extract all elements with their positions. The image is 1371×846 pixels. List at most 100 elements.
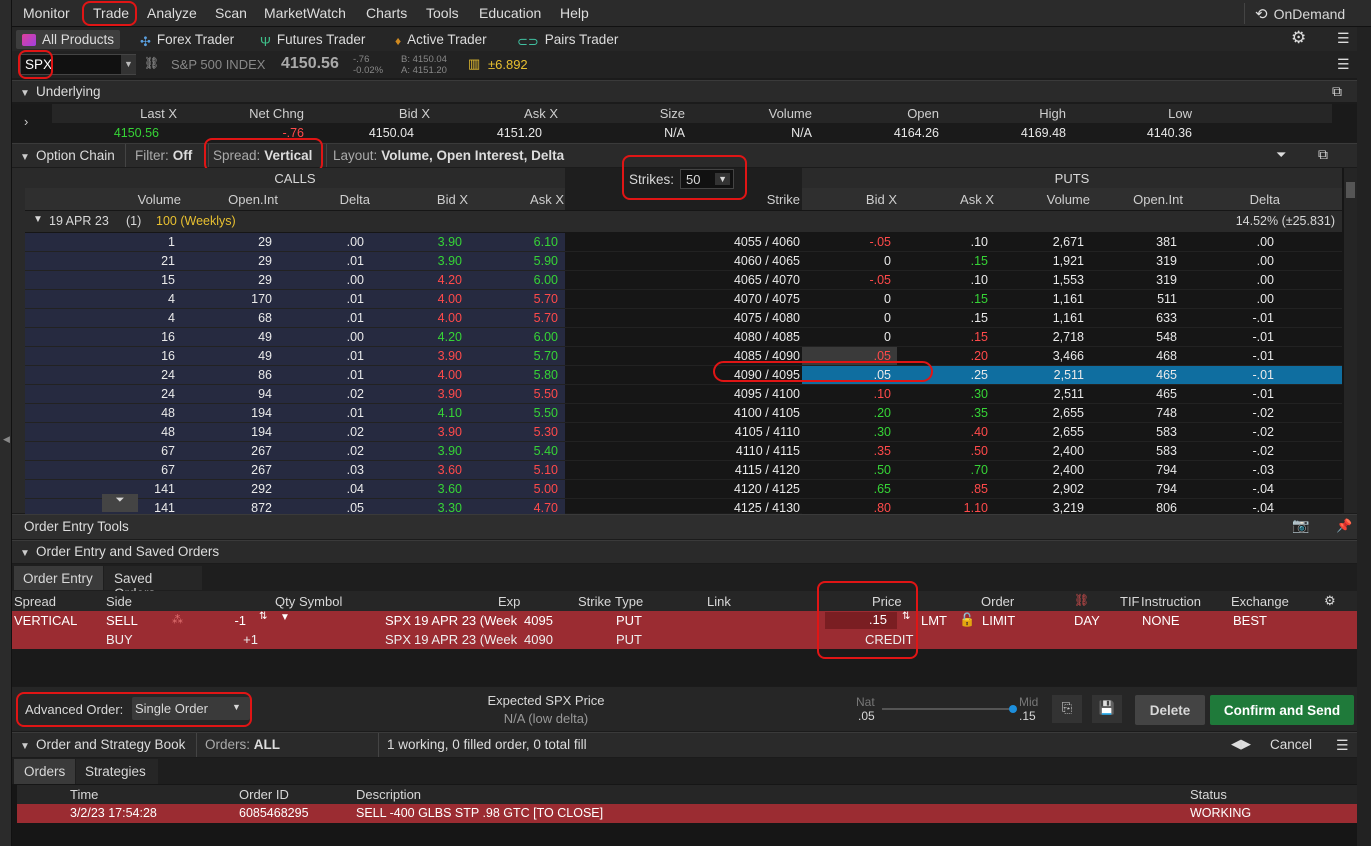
put-delta[interactable]: -.01 [1184, 330, 1274, 344]
put-volume[interactable]: 2,671 [995, 235, 1084, 249]
call-bid[interactable]: 4.20 [371, 330, 462, 344]
call-volume[interactable]: 141 [25, 501, 175, 515]
order-strike-1[interactable]: 4095 [524, 613, 553, 628]
call-delta[interactable]: .00 [279, 273, 364, 287]
call-ask[interactable]: 5.70 [469, 311, 558, 325]
order-type-1[interactable]: PUT [616, 613, 642, 628]
put-openint[interactable]: 583 [1091, 425, 1177, 439]
tab-saved-orders[interactable]: Saved Orders [104, 566, 202, 601]
call-volume[interactable]: 24 [25, 368, 175, 382]
link-icon[interactable]: ⛓ [144, 56, 159, 70]
call-delta[interactable]: .01 [279, 311, 364, 325]
put-delta[interactable]: -.03 [1184, 463, 1274, 477]
call-delta[interactable]: .01 [279, 254, 364, 268]
put-bid[interactable]: .80 [802, 501, 891, 515]
put-delta[interactable]: -.01 [1184, 311, 1274, 325]
call-bid[interactable]: 3.90 [371, 235, 462, 249]
call-ask[interactable]: 5.80 [469, 368, 558, 382]
call-bid[interactable]: 4.00 [371, 292, 462, 306]
call-delta[interactable]: .01 [279, 349, 364, 363]
call-ask[interactable]: 5.50 [469, 387, 558, 401]
chain-row[interactable]: 67 267 .03 3.60 5.10 4115 / 4120.50 .70 2,400 79… [25, 461, 1342, 480]
chain-row[interactable]: 4 68 .01 4.00 5.70 4075 / 4080 0 .15 1,161 633 -.0… [25, 309, 1342, 328]
camera-icon[interactable]: 📷 [1292, 517, 1309, 534]
put-ask[interactable]: .30 [898, 387, 988, 401]
call-delta[interactable]: .01 [279, 368, 364, 382]
chevron-down-icon[interactable]: ▼ [121, 55, 136, 74]
confirm-send-button[interactable]: Confirm and Send [1210, 695, 1354, 725]
put-bid[interactable]: 0 [802, 330, 891, 344]
call-volume[interactable]: 4 [25, 311, 175, 325]
call-ask[interactable]: 5.10 [469, 463, 558, 477]
put-bid[interactable]: .30 [802, 425, 891, 439]
order-instruction-select[interactable]: NONE [1142, 613, 1180, 628]
put-bid[interactable]: .50 [802, 463, 891, 477]
chevron-down-icon[interactable]: ▼ [20, 148, 36, 163]
menu-charts[interactable]: Charts [366, 5, 407, 21]
chevron-down-icon[interactable]: ▼ [20, 737, 36, 752]
call-volume[interactable]: 16 [25, 349, 175, 363]
call-ask[interactable]: 6.10 [469, 235, 558, 249]
menu-tools[interactable]: Tools [426, 5, 459, 21]
call-openint[interactable]: 86 [182, 368, 272, 382]
put-delta[interactable]: -.04 [1184, 501, 1274, 515]
put-ask[interactable]: .70 [898, 463, 988, 477]
chain-row[interactable]: 24 86.01 4.00 5.80 4090 / 4095.05.25 2,511 465… [25, 366, 1342, 385]
put-volume[interactable]: 1,553 [995, 273, 1084, 287]
call-delta[interactable]: .02 [279, 444, 364, 458]
call-ask[interactable]: 5.90 [469, 254, 558, 268]
call-openint[interactable]: 872 [182, 501, 272, 515]
put-delta[interactable]: -.04 [1184, 482, 1274, 496]
put-ask[interactable]: .35 [898, 406, 988, 420]
put-volume[interactable]: 2,400 [995, 463, 1084, 477]
put-delta[interactable]: .00 [1184, 273, 1274, 287]
put-volume[interactable]: 2,902 [995, 482, 1084, 496]
put-openint[interactable]: 806 [1091, 501, 1177, 515]
expand-icon[interactable]: › [24, 114, 28, 129]
collapse-all-icon[interactable]: ⏷ [1276, 147, 1286, 163]
call-ask[interactable]: 5.30 [469, 425, 558, 439]
put-volume[interactable]: 2,655 [995, 406, 1084, 420]
call-delta[interactable]: .00 [279, 330, 364, 344]
gear-icon[interactable]: ⚙ [1291, 28, 1306, 48]
put-volume[interactable]: 2,511 [995, 387, 1084, 401]
book-menu-icon[interactable]: ☰ [1336, 737, 1349, 754]
put-bid[interactable]: 0 [802, 292, 891, 306]
put-bid[interactable]: .35 [802, 444, 891, 458]
put-ask[interactable]: .15 [898, 311, 988, 325]
call-delta[interactable]: .04 [279, 482, 364, 496]
put-openint[interactable]: 794 [1091, 463, 1177, 477]
col-call-volume[interactable]: Volume [25, 192, 181, 207]
put-ask[interactable]: .15 [898, 254, 988, 268]
call-delta[interactable]: .01 [279, 292, 364, 306]
call-volume[interactable]: 15 [25, 273, 175, 287]
put-volume[interactable]: 2,400 [995, 444, 1084, 458]
call-volume[interactable]: 24 [25, 387, 175, 401]
call-volume[interactable]: 67 [25, 463, 175, 477]
put-delta[interactable]: -.01 [1184, 387, 1274, 401]
copy-order-icon[interactable]: ⎘ [1052, 695, 1082, 723]
split-view-icon[interactable]: ◀▶ [1231, 736, 1251, 752]
call-bid[interactable]: 3.30 [371, 501, 462, 515]
call-ask[interactable]: 5.40 [469, 444, 558, 458]
order-qty[interactable]: -1 [212, 613, 246, 628]
chain-row[interactable]: 16 49.01 3.90 5.70 4085 / 4090.05.20 3,466 468… [25, 347, 1342, 366]
call-volume[interactable]: 21 [25, 254, 175, 268]
order-entry-saved-header[interactable]: ▼ Order Entry and Saved Orders [12, 540, 1357, 563]
call-openint[interactable]: 68 [182, 311, 272, 325]
call-bid[interactable]: 4.00 [371, 368, 462, 382]
put-bid[interactable]: -.05 [802, 273, 891, 287]
popout-icon[interactable]: ⧉ [1332, 83, 1342, 100]
put-openint[interactable]: 465 [1091, 368, 1177, 382]
call-bid[interactable]: 3.90 [371, 387, 462, 401]
put-delta[interactable]: -.02 [1184, 425, 1274, 439]
save-order-icon[interactable]: 💾 [1092, 695, 1122, 723]
col-put-ask[interactable]: Ask X [898, 192, 994, 207]
call-openint[interactable]: 49 [182, 349, 272, 363]
put-openint[interactable]: 583 [1091, 444, 1177, 458]
call-ask[interactable]: 5.00 [469, 482, 558, 496]
call-openint[interactable]: 29 [182, 273, 272, 287]
put-bid[interactable]: .65 [802, 482, 891, 496]
put-openint[interactable]: 465 [1091, 387, 1177, 401]
menu-monitor[interactable]: Monitor [23, 5, 70, 21]
